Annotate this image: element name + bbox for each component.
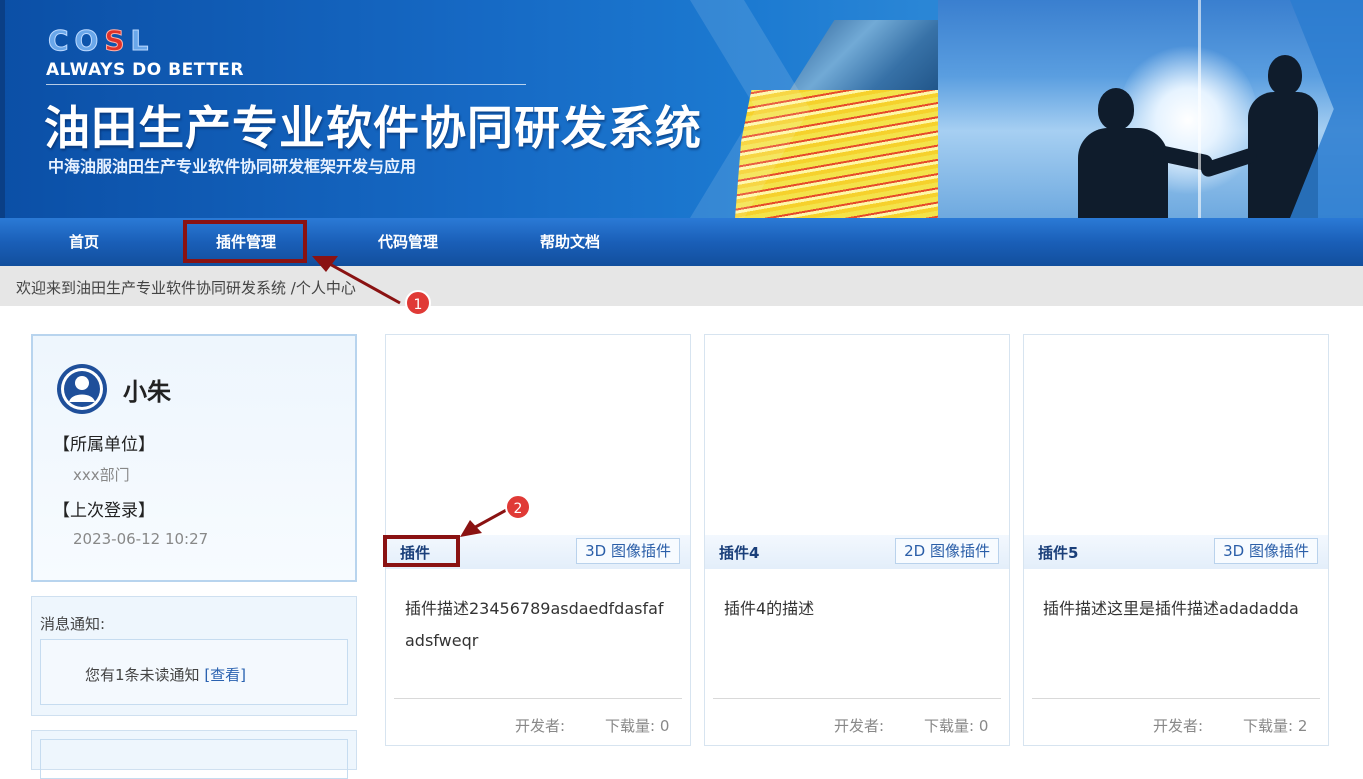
developer-label: 开发者: — [515, 717, 566, 735]
person-head — [1268, 55, 1302, 95]
view-notification-link[interactable]: [查看] — [204, 666, 246, 684]
plugin-thumbnail — [386, 335, 690, 535]
developer-label: 开发者: — [834, 717, 885, 735]
annotation-highlight-box — [183, 220, 307, 263]
slogan-divider — [46, 84, 526, 85]
last-login-label: 【上次登录】 — [53, 501, 155, 521]
person-body — [1078, 128, 1168, 218]
banner-3d-graphic — [790, 20, 938, 90]
plugin-type-tag: 3D 图像插件 — [1214, 538, 1318, 564]
plugin-name[interactable]: 插件4 — [719, 542, 759, 563]
system-subtitle: 中海油服油田生产专业软件协同研发框架开发与应用 — [48, 157, 417, 176]
unit-value: xxx部门 — [73, 466, 130, 484]
window-frame — [1198, 0, 1201, 218]
step-badge-2: 2 — [505, 494, 531, 520]
username: 小朱 — [123, 378, 171, 406]
plugin-type-tag: 2D 图像插件 — [895, 538, 999, 564]
person-head — [1098, 88, 1134, 130]
sidebar-panel-inner — [40, 739, 348, 779]
plugin-description: 插件描述这里是插件描述adadadda — [1043, 599, 1299, 618]
download-count: 下载量: 0 — [924, 717, 989, 735]
plugin-thumbnail — [705, 335, 1009, 535]
plugin-thumbnail — [1024, 335, 1328, 535]
notification-message: 您有1条未读通知 [查看] — [85, 664, 246, 685]
developer-label: 开发者: — [1153, 717, 1204, 735]
card-divider — [394, 698, 682, 699]
breadcrumb: 欢迎来到油田生产专业软件协同研发系统 /个人中心 — [0, 266, 1363, 306]
step-badge-1: 1 — [405, 290, 431, 316]
user-icon — [61, 368, 103, 410]
user-profile-panel: 小朱 【所属单位】 xxx部门 【上次登录】 2023-06-12 10:27 — [31, 334, 357, 582]
download-count: 下载量: 0 — [605, 717, 670, 735]
notification-box: 您有1条未读通知 [查看] — [40, 639, 348, 705]
notification-title: 消息通知: — [40, 615, 106, 633]
plugin-card[interactable]: 插件5 3D 图像插件 插件描述这里是插件描述adadadda 开发者: 下载量… — [1023, 334, 1329, 746]
notification-text: 您有1条未读通知 — [85, 666, 205, 684]
plugin-type-tag: 3D 图像插件 — [576, 538, 680, 564]
notification-panel: 消息通知: 您有1条未读通知 [查看] — [31, 596, 357, 716]
system-title: 油田生产专业软件协同研发系统 — [44, 101, 702, 155]
nav-item-home[interactable]: 首页 — [44, 218, 124, 266]
plugin-name[interactable]: 插件5 — [1038, 542, 1078, 563]
unit-label: 【所属单位】 — [53, 435, 155, 455]
sidebar-panel — [31, 730, 357, 779]
card-divider — [713, 698, 1001, 699]
last-login-value: 2023-06-12 10:27 — [73, 530, 209, 548]
annotation-highlight-box — [383, 535, 460, 567]
banner-edge — [0, 0, 5, 218]
download-count: 下载量: 2 — [1243, 717, 1308, 735]
header-banner: COSL ALWAYS DO BETTER 油田生产专业软件协同研发系统 中海油… — [0, 0, 1363, 218]
card-divider — [1032, 698, 1320, 699]
banner-handshake-photo — [938, 0, 1363, 218]
cosl-logo: COSL — [47, 24, 155, 58]
plugin-description: 插件4的描述 — [724, 599, 815, 618]
nav-item-code-management[interactable]: 代码管理 — [352, 218, 464, 266]
breadcrumb-text: 欢迎来到油田生产专业软件协同研发系统 /个人中心 — [16, 279, 356, 297]
plugin-card[interactable]: 插件4 2D 图像插件 插件4的描述 开发者: 下载量: 0 — [704, 334, 1010, 746]
banner-slogan: ALWAYS DO BETTER — [46, 60, 244, 80]
plugin-description: 插件描述23456789asdaedfdasfafadsfweqr — [405, 599, 664, 650]
avatar — [57, 364, 107, 414]
nav-item-help-docs[interactable]: 帮助文档 — [514, 218, 626, 266]
